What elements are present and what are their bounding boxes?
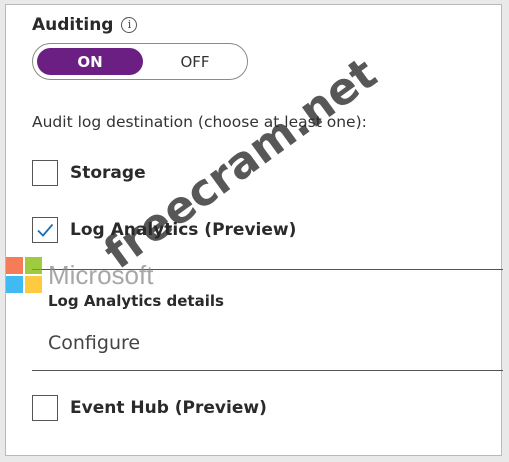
event-hub-label: Event Hub (Preview) (70, 398, 267, 418)
microsoft-grid-icon (6, 257, 42, 293)
microsoft-logo: Microsoft (6, 257, 153, 293)
configure-link[interactable]: Configure (48, 332, 140, 354)
log-analytics-label: Log Analytics (Preview) (70, 220, 297, 240)
microsoft-logo-text: Microsoft (48, 259, 154, 290)
auditing-header: Auditing i (32, 15, 138, 35)
log-analytics-details-title: Log Analytics details (48, 292, 224, 310)
toggle-on-option[interactable]: ON (37, 48, 143, 75)
info-icon[interactable]: i (121, 17, 138, 33)
auditing-panel: Auditing i ON OFF Audit log destination … (5, 4, 503, 456)
toggle-off-option[interactable]: OFF (145, 48, 245, 75)
event-hub-checkbox[interactable] (32, 395, 58, 421)
event-hub-option[interactable]: Event Hub (Preview) (32, 395, 267, 421)
auditing-toggle[interactable]: ON OFF (32, 43, 248, 80)
auditing-label: Auditing (32, 15, 114, 35)
audit-destination-label: Audit log destination (choose at least o… (32, 113, 367, 131)
log-analytics-option[interactable]: Log Analytics (Preview) (32, 217, 296, 243)
checkmark-icon (37, 223, 54, 237)
storage-option[interactable]: Storage (32, 160, 146, 186)
storage-checkbox[interactable] (32, 160, 58, 186)
log-analytics-checkbox[interactable] (32, 217, 58, 243)
storage-label: Storage (70, 163, 146, 183)
